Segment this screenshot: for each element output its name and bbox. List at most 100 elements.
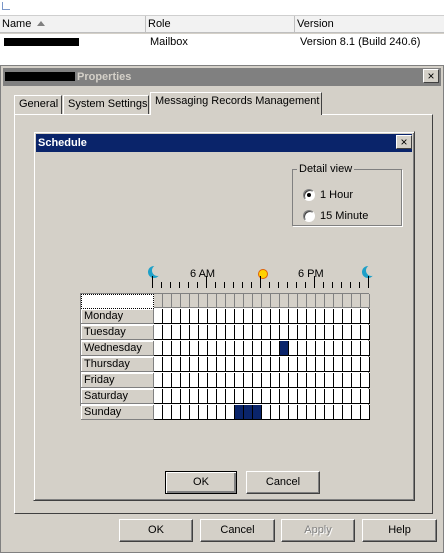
schedule-cell[interactable] xyxy=(325,325,334,340)
hour-header-button[interactable] xyxy=(361,294,370,308)
schedule-cell[interactable] xyxy=(199,309,208,324)
schedule-cell[interactable] xyxy=(172,405,181,420)
schedule-cell[interactable] xyxy=(343,357,352,372)
schedule-cell[interactable] xyxy=(163,405,172,420)
schedule-cell[interactable] xyxy=(244,325,253,340)
radio-button-icon[interactable] xyxy=(303,210,315,222)
schedule-cell[interactable] xyxy=(226,357,235,372)
schedule-title-bar[interactable]: Schedule × xyxy=(36,134,412,152)
schedule-cell[interactable] xyxy=(280,341,289,356)
schedule-cell[interactable] xyxy=(208,373,217,388)
schedule-cell[interactable] xyxy=(343,325,352,340)
hour-header-button[interactable] xyxy=(307,294,316,308)
hour-header-button[interactable] xyxy=(280,294,289,308)
schedule-cell[interactable] xyxy=(280,405,289,420)
schedule-cell[interactable] xyxy=(343,341,352,356)
schedule-cell[interactable] xyxy=(298,341,307,356)
schedule-cell[interactable] xyxy=(334,341,343,356)
schedule-cell[interactable] xyxy=(271,357,280,372)
tab-system-settings[interactable]: System Settings xyxy=(63,95,149,115)
schedule-cell[interactable] xyxy=(244,341,253,356)
schedule-cell[interactable] xyxy=(235,373,244,388)
schedule-cell[interactable] xyxy=(262,389,271,404)
schedule-cell[interactable] xyxy=(235,405,244,420)
schedule-cell[interactable] xyxy=(226,405,235,420)
schedule-cell[interactable] xyxy=(217,373,226,388)
schedule-cell[interactable] xyxy=(280,357,289,372)
schedule-cell[interactable] xyxy=(307,373,316,388)
schedule-cell[interactable] xyxy=(325,309,334,324)
schedule-cell[interactable] xyxy=(334,309,343,324)
schedule-cell[interactable] xyxy=(163,389,172,404)
tab-messaging-records-management[interactable]: Messaging Records Management xyxy=(150,92,322,115)
schedule-cell[interactable] xyxy=(325,373,334,388)
schedule-cell[interactable] xyxy=(190,341,199,356)
schedule-cell[interactable] xyxy=(298,309,307,324)
hour-header-button[interactable] xyxy=(262,294,271,308)
schedule-cell[interactable] xyxy=(217,309,226,324)
schedule-cell[interactable] xyxy=(235,389,244,404)
schedule-cell[interactable] xyxy=(334,373,343,388)
schedule-cell[interactable] xyxy=(361,341,370,356)
schedule-cell[interactable] xyxy=(235,325,244,340)
radio-button-icon[interactable] xyxy=(303,189,315,201)
schedule-cell[interactable] xyxy=(262,373,271,388)
day-button-sunday[interactable]: Sunday xyxy=(81,405,154,420)
day-button-thursday[interactable]: Thursday xyxy=(81,357,154,372)
hour-header-button[interactable] xyxy=(226,294,235,308)
properties-close-button[interactable]: × xyxy=(423,69,439,83)
schedule-cell[interactable] xyxy=(316,309,325,324)
schedule-cell[interactable] xyxy=(334,357,343,372)
schedule-cell[interactable] xyxy=(199,389,208,404)
schedule-cell[interactable] xyxy=(289,309,298,324)
schedule-cell[interactable] xyxy=(154,309,163,324)
schedule-cell[interactable] xyxy=(334,405,343,420)
day-button-saturday[interactable]: Saturday xyxy=(81,389,154,404)
schedule-cell[interactable] xyxy=(208,309,217,324)
select-all-button[interactable] xyxy=(81,294,154,309)
schedule-cell[interactable] xyxy=(325,389,334,404)
schedule-cell[interactable] xyxy=(253,309,262,324)
schedule-cell[interactable] xyxy=(298,389,307,404)
list-row[interactable]: Mailbox Version 8.1 (Build 240.6) xyxy=(0,34,444,51)
schedule-cell[interactable] xyxy=(316,373,325,388)
schedule-cell[interactable] xyxy=(334,389,343,404)
hour-header-button[interactable] xyxy=(289,294,298,308)
schedule-cell[interactable] xyxy=(172,373,181,388)
apply-button[interactable]: Apply xyxy=(281,519,355,542)
schedule-cell[interactable] xyxy=(190,389,199,404)
schedule-cell[interactable] xyxy=(217,325,226,340)
hour-header-button[interactable] xyxy=(325,294,334,308)
schedule-cell[interactable] xyxy=(352,405,361,420)
hour-header-button[interactable] xyxy=(235,294,244,308)
schedule-cell[interactable] xyxy=(298,405,307,420)
hour-header-button[interactable] xyxy=(352,294,361,308)
schedule-cell[interactable] xyxy=(361,405,370,420)
schedule-cell[interactable] xyxy=(253,325,262,340)
schedule-cell[interactable] xyxy=(199,405,208,420)
schedule-cell[interactable] xyxy=(154,325,163,340)
schedule-cell[interactable] xyxy=(361,373,370,388)
schedule-cell[interactable] xyxy=(181,325,190,340)
schedule-cell[interactable] xyxy=(307,389,316,404)
schedule-cell[interactable] xyxy=(217,341,226,356)
schedule-cell[interactable] xyxy=(181,405,190,420)
schedule-cell[interactable] xyxy=(172,309,181,324)
schedule-cell[interactable] xyxy=(190,325,199,340)
day-button-monday[interactable]: Monday xyxy=(81,309,154,324)
schedule-cell[interactable] xyxy=(226,325,235,340)
schedule-cell[interactable] xyxy=(334,325,343,340)
schedule-cell[interactable] xyxy=(262,309,271,324)
hour-header-button[interactable] xyxy=(316,294,325,308)
hour-header-button[interactable] xyxy=(154,294,163,308)
schedule-cell[interactable] xyxy=(208,405,217,420)
schedule-cell[interactable] xyxy=(190,357,199,372)
schedule-cell[interactable] xyxy=(262,341,271,356)
schedule-cell[interactable] xyxy=(199,341,208,356)
schedule-cell[interactable] xyxy=(208,357,217,372)
schedule-cell[interactable] xyxy=(235,357,244,372)
tab-general[interactable]: General xyxy=(14,95,62,115)
schedule-cell[interactable] xyxy=(181,389,190,404)
hour-header-button[interactable] xyxy=(190,294,199,308)
schedule-cell[interactable] xyxy=(253,389,262,404)
